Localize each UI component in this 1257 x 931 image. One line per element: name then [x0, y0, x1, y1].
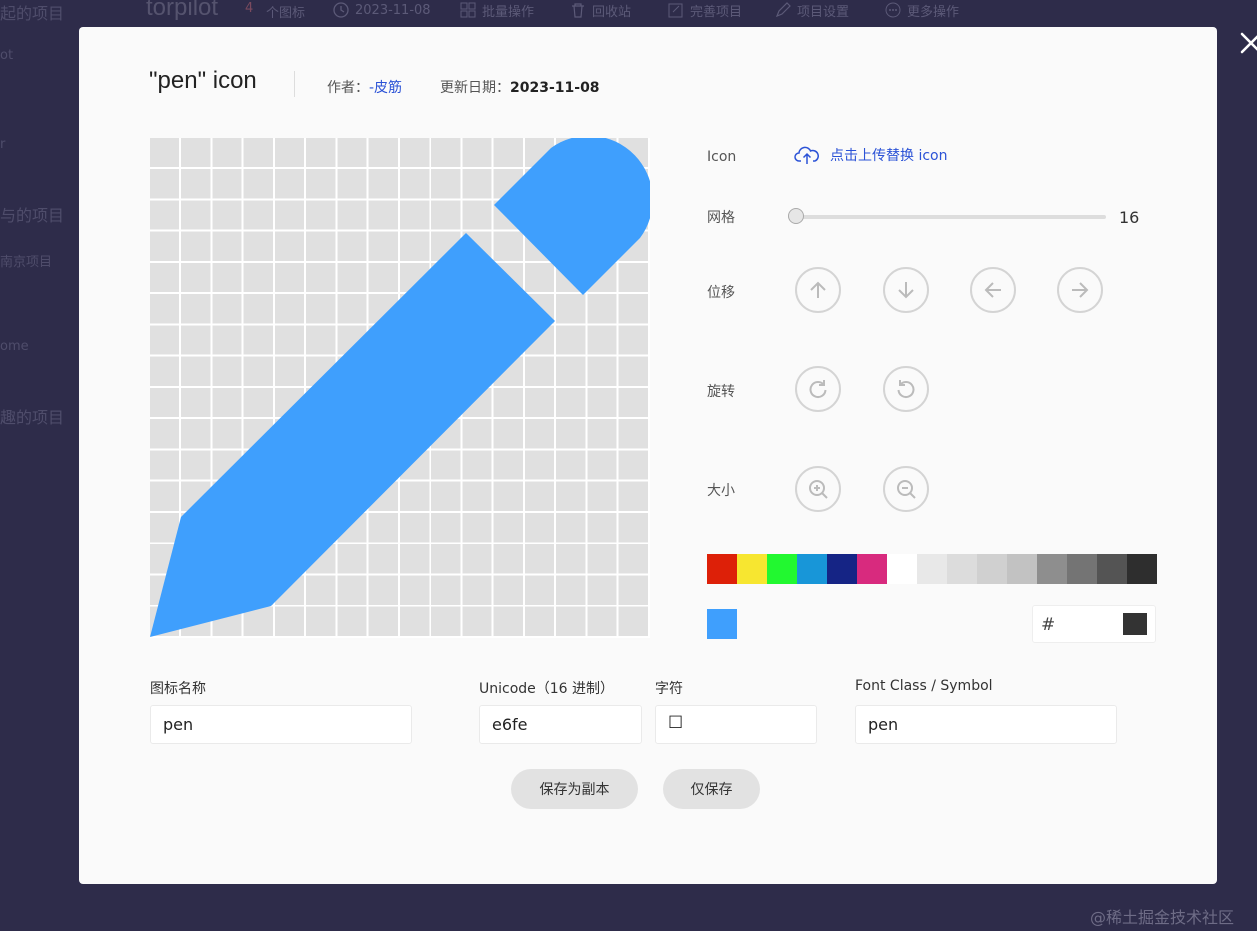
unicode-label: Unicode（16 进制）	[479, 681, 615, 697]
arrow-right-icon	[1072, 282, 1089, 298]
sidebar-item[interactable]: ot	[0, 48, 13, 63]
author-link[interactable]: -皮筋	[369, 80, 402, 96]
sidebar-item[interactable]: ome	[0, 339, 29, 354]
size-label: 大小	[707, 483, 735, 499]
move-left-button[interactable]	[970, 267, 1016, 313]
icon-name-input[interactable]: pen	[150, 705, 412, 744]
sidebar-item[interactable]: r	[0, 137, 5, 152]
background-toolbar: torpilot 4 个图标 2023-11-08 批量操作 回收站 完善项目 …	[0, 0, 1257, 26]
grid-icon	[460, 2, 476, 18]
date-tool[interactable]: 2023-11-08	[333, 0, 431, 20]
zoom-in-button[interactable]	[795, 466, 841, 512]
upload-replace-button[interactable]: 点击上传替换 icon	[794, 144, 947, 166]
more-icon	[885, 2, 901, 18]
pen-icon	[150, 138, 650, 637]
icon-grid-canvas[interactable]	[150, 138, 650, 638]
move-right-button[interactable]	[1057, 267, 1103, 313]
updated-date: 2023-11-08	[510, 80, 600, 96]
color-palette	[707, 554, 1157, 584]
color-swatch[interactable]	[767, 554, 797, 584]
trash-tool[interactable]: 回收站	[570, 0, 631, 20]
hex-color-input[interactable]: #	[1032, 605, 1156, 643]
edit-box-icon	[668, 3, 683, 18]
color-swatch[interactable]	[1067, 554, 1097, 584]
color-swatch[interactable]	[827, 554, 857, 584]
save-as-copy-button[interactable]: 保存为副本	[511, 769, 638, 809]
zoom-in-icon	[809, 480, 828, 499]
sidebar-heading: 与的项目	[0, 206, 65, 225]
char-label: 字符	[655, 681, 683, 697]
color-swatch[interactable]	[797, 554, 827, 584]
clock-icon	[333, 2, 349, 18]
grid-slider[interactable]	[788, 207, 1108, 227]
arrow-down-icon	[898, 282, 914, 299]
sidebar-heading: 趣的项目	[0, 408, 65, 427]
icon-label: Icon	[707, 149, 737, 165]
cloud-upload-icon	[794, 146, 819, 164]
complete-tool[interactable]: 完善项目	[668, 0, 742, 20]
grid-value: 16	[1119, 208, 1140, 227]
pen-icon	[775, 2, 791, 18]
name-label: 图标名称	[150, 681, 206, 697]
color-swatch[interactable]	[947, 554, 977, 584]
slider-thumb[interactable]	[788, 208, 804, 224]
save-only-button[interactable]: 仅保存	[663, 769, 760, 809]
icon-count: 4	[245, 1, 254, 16]
fontclass-input[interactable]: pen	[855, 705, 1117, 744]
color-swatch[interactable]	[1127, 554, 1157, 584]
author-meta: 作者：-皮筋	[327, 80, 403, 96]
move-up-button[interactable]	[795, 267, 841, 313]
dialog-title: "pen" icon	[149, 67, 257, 94]
color-swatch[interactable]	[1007, 554, 1037, 584]
batch-tool[interactable]: 批量操作	[460, 0, 534, 20]
icon-count-label: 个图标	[266, 6, 306, 21]
rotate-clockwise-button[interactable]	[795, 366, 841, 412]
close-icon[interactable]	[1236, 28, 1257, 58]
zoom-out-button[interactable]	[883, 466, 929, 512]
arrow-left-icon	[984, 282, 1001, 298]
color-swatch[interactable]	[977, 554, 1007, 584]
rotate-label: 旋转	[707, 384, 735, 400]
hex-prefix: #	[1041, 615, 1056, 635]
slider-track	[788, 215, 1106, 219]
trash-icon	[572, 3, 584, 18]
title-divider	[294, 71, 295, 97]
move-down-button[interactable]	[883, 267, 929, 313]
color-swatch[interactable]	[1097, 554, 1127, 584]
project-name: torpilot	[146, 0, 219, 21]
color-swatch[interactable]	[1037, 554, 1067, 584]
unicode-input[interactable]: e6fe	[479, 705, 642, 744]
color-swatch[interactable]	[857, 554, 887, 584]
color-swatch[interactable]	[737, 554, 767, 584]
settings-tool[interactable]: 项目设置	[775, 0, 849, 20]
fontclass-label: Font Class / Symbol	[855, 678, 993, 694]
sidebar-item[interactable]: 南京项目	[0, 251, 52, 270]
updated-meta: 更新日期：2023-11-08	[440, 80, 600, 96]
color-swatch[interactable]	[707, 554, 737, 584]
rotate-ccw-icon	[897, 380, 915, 399]
arrow-up-icon	[810, 281, 826, 298]
color-picker-swatch[interactable]	[1123, 613, 1147, 635]
grid-label: 网格	[707, 210, 735, 226]
rotate-counterclockwise-button[interactable]	[883, 366, 929, 412]
zoom-out-icon	[897, 480, 916, 499]
rotate-cw-icon	[809, 380, 827, 399]
current-color-swatch[interactable]	[707, 609, 737, 639]
watermark: @稀土掘金技术社区	[1090, 908, 1235, 927]
color-swatch[interactable]	[887, 554, 917, 584]
color-swatch[interactable]	[917, 554, 947, 584]
more-tool[interactable]: 更多操作	[885, 0, 959, 20]
move-label: 位移	[707, 285, 735, 301]
sidebar-heading: 起的项目	[0, 4, 65, 23]
char-input[interactable]: ☐	[655, 705, 817, 744]
icon-edit-dialog: "pen" icon 作者：-皮筋 更新日期：2023-11-08 Icon 点…	[79, 27, 1217, 884]
